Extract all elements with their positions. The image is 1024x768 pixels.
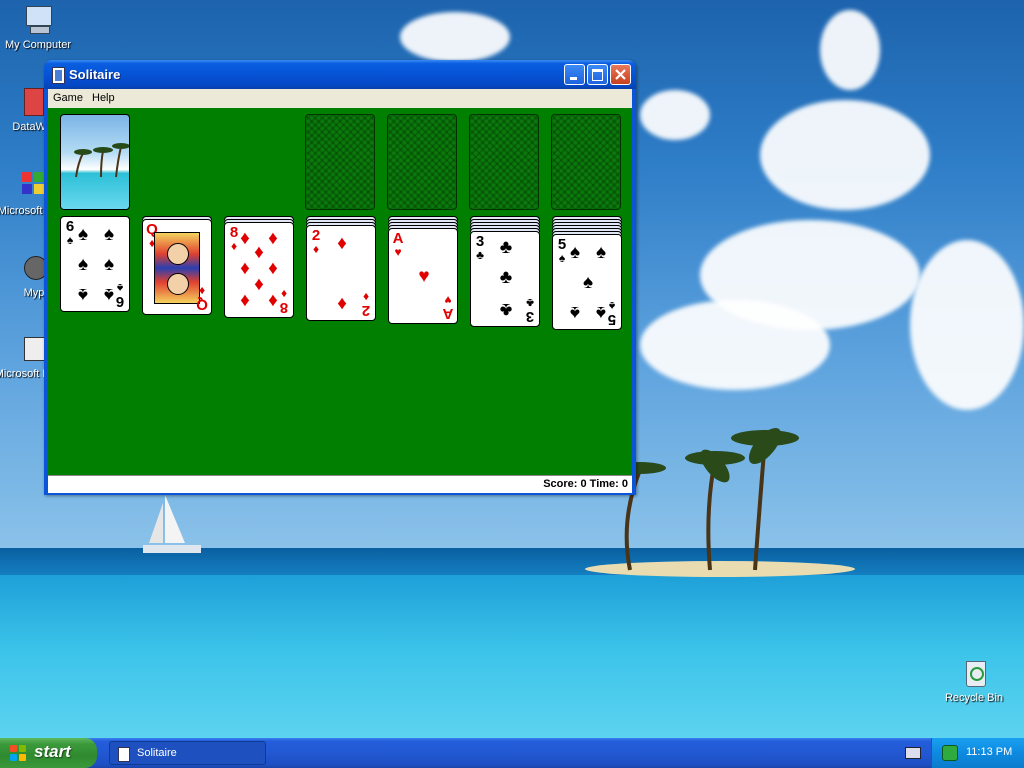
solitaire-task-icon xyxy=(118,747,130,762)
wallpaper-sea xyxy=(0,575,1024,738)
spade-pip-icon: ♠ xyxy=(77,224,89,245)
clock[interactable]: 11:13 PM xyxy=(966,746,1012,758)
queen-portrait xyxy=(167,243,189,265)
keyboard-icon[interactable] xyxy=(905,747,921,759)
club-pip-icon: ♣ xyxy=(499,237,513,258)
wallpaper-cloud xyxy=(400,12,510,62)
foundation-slot[interactable] xyxy=(551,114,621,210)
network-icon[interactable] xyxy=(942,745,958,761)
solitaire-app-icon xyxy=(52,67,65,84)
sailboat-illustration xyxy=(143,495,201,553)
card-corner: A ♥ xyxy=(442,293,454,322)
card-corner: 2 ♦ xyxy=(311,227,321,256)
spade-pip-icon: ♠ xyxy=(569,302,581,323)
windows-logo-icon xyxy=(10,745,27,761)
card-corner: 6 ♠ xyxy=(115,281,125,310)
system-tray: 11:13 PM xyxy=(931,738,1024,768)
desktop-icon-label: Recycle Bin xyxy=(944,692,1004,704)
score-time-readout: Score: 0 Time: 0 xyxy=(543,478,628,490)
tableau-card-5-spades[interactable]: 5 ♠ ♠ ♠ ♠ ♠ ♠ 5 ♠ xyxy=(552,234,622,330)
menu-help[interactable]: Help xyxy=(92,92,115,104)
solitaire-window: Solitaire Game Help 6 ♠ ♠ ♠ ♠ ♠ ♠ ♠ 6 ♠ … xyxy=(44,60,636,495)
wallpaper-cloud xyxy=(910,240,1024,410)
spade-pip-icon: ♠ xyxy=(582,272,594,293)
tableau-card-queen-diamonds[interactable]: Q ♦ Q ♦ xyxy=(142,219,212,315)
recycle-bin-icon xyxy=(958,657,990,689)
spade-pip-icon: ♠ xyxy=(77,284,89,305)
title-bar[interactable]: Solitaire xyxy=(44,60,636,89)
minimize-icon xyxy=(570,77,577,80)
wallpaper-cloud xyxy=(640,300,830,390)
wallpaper-cloud xyxy=(760,100,930,210)
foundation-slot[interactable] xyxy=(305,114,375,210)
taskbar-button-solitaire[interactable]: Solitaire xyxy=(109,741,266,765)
card-corner: 3 ♣ xyxy=(475,233,485,262)
desktop-icon-recycle-bin[interactable]: Recycle Bin xyxy=(936,657,1012,705)
maximize-icon xyxy=(592,69,603,81)
window-title: Solitaire xyxy=(69,67,121,82)
close-icon xyxy=(615,69,626,80)
maximize-button[interactable] xyxy=(587,64,608,85)
start-label: start xyxy=(34,742,71,761)
start-button[interactable]: start xyxy=(0,738,97,768)
diamond-pip-icon: ♦ xyxy=(337,293,347,314)
tableau-card-8-diamonds[interactable]: 8 ♦ ♦ ♦ ♦ ♦ ♦ ♦ ♦ ♦ 8 ♦ xyxy=(224,222,294,318)
card-corner: 3 ♣ xyxy=(525,296,535,325)
foundation-slot[interactable] xyxy=(387,114,457,210)
card-corner: Q ♦ xyxy=(196,284,208,313)
queen-face-art xyxy=(154,232,200,304)
status-bar: Score: 0 Time: 0 xyxy=(48,475,632,493)
spade-pip-icon: ♠ xyxy=(77,254,89,275)
minimize-button[interactable] xyxy=(564,64,585,85)
card-corner: A ♥ xyxy=(392,230,404,259)
close-button[interactable] xyxy=(610,64,631,85)
spade-pip-icon: ♠ xyxy=(103,254,115,275)
club-pip-icon: ♣ xyxy=(499,267,513,288)
spade-pip-icon: ♠ xyxy=(595,242,607,263)
diamond-pip-icon: ♦ xyxy=(240,290,250,311)
wallpaper-cloud xyxy=(640,90,710,140)
club-pip-icon: ♣ xyxy=(499,299,513,320)
menu-bar: Game Help xyxy=(48,89,632,108)
desktop-icon-my-computer[interactable]: My Computer xyxy=(0,4,76,52)
desktop-icon-label: Myp xyxy=(23,287,45,299)
desktop-icon-label: My Computer xyxy=(4,39,72,51)
tableau-card-3-clubs[interactable]: 3 ♣ ♣ ♣ ♣ 3 ♣ xyxy=(470,231,540,327)
taskbar: start Solitaire 11:13 PM xyxy=(0,738,1024,768)
spade-pip-icon: ♠ xyxy=(103,224,115,245)
foundation-slot[interactable] xyxy=(469,114,539,210)
card-corner: 8 ♦ xyxy=(279,287,289,316)
tableau-card-ace-hearts[interactable]: A ♥ ♥ A ♥ xyxy=(388,228,458,324)
diamond-pip-icon: ♦ xyxy=(337,233,347,254)
game-board[interactable]: 6♠ ♠ ♠ ♠ ♠ ♠ ♠ 6♠ Q♦ Q♦ 8♦ ♦ ♦ ♦ ♦ xyxy=(48,108,632,475)
deck-back-palm-art xyxy=(74,143,129,178)
wallpaper-cloud xyxy=(820,10,880,90)
queen-portrait xyxy=(167,273,189,295)
spade-pip-icon: ♠ xyxy=(569,242,581,263)
tableau-card-6-spades[interactable]: 6 ♠ ♠ ♠ ♠ ♠ ♠ ♠ 6 ♠ xyxy=(60,216,130,312)
stock-pile[interactable] xyxy=(60,114,130,210)
taskbar-button-label: Solitaire xyxy=(137,747,177,759)
my-computer-icon xyxy=(22,4,54,36)
heart-pip-icon: ♥ xyxy=(418,266,430,287)
card-corner: 2 ♦ xyxy=(361,290,371,319)
menu-game[interactable]: Game xyxy=(53,92,83,104)
tableau-card-2-diamonds[interactable]: 2 ♦ ♦ ♦ 2 ♦ xyxy=(306,225,376,321)
card-corner: 5 ♠ xyxy=(607,299,617,328)
